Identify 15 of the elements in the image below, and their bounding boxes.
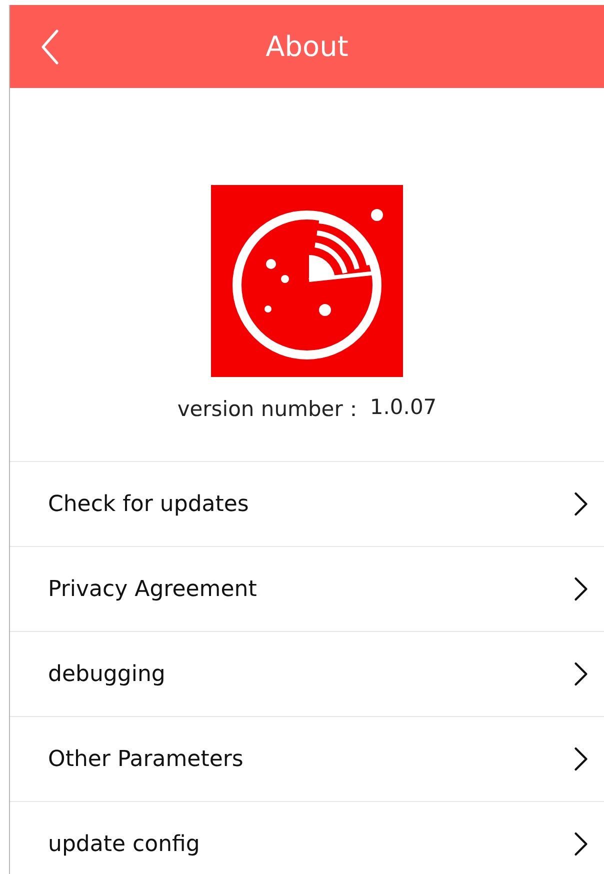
chevron-right-icon <box>574 746 588 772</box>
chevron-right-icon <box>574 831 588 857</box>
version-label: version number： <box>177 396 364 423</box>
menu-item[interactable]: Other Parameters <box>10 717 604 802</box>
radar-logo-icon <box>211 185 403 377</box>
chevron-right-icon <box>574 661 588 687</box>
chevron-right-icon <box>574 576 588 602</box>
menu-item[interactable]: Privacy Agreement <box>10 547 604 632</box>
menu-item[interactable]: debugging <box>10 632 604 717</box>
menu-item[interactable]: Check for updates <box>10 462 604 547</box>
version-number: 1.0.07 <box>370 395 437 421</box>
back-button[interactable] <box>40 29 60 65</box>
page-title: About <box>266 30 348 63</box>
chevron-right-icon <box>574 491 588 517</box>
menu-item[interactable]: update config <box>10 802 604 874</box>
